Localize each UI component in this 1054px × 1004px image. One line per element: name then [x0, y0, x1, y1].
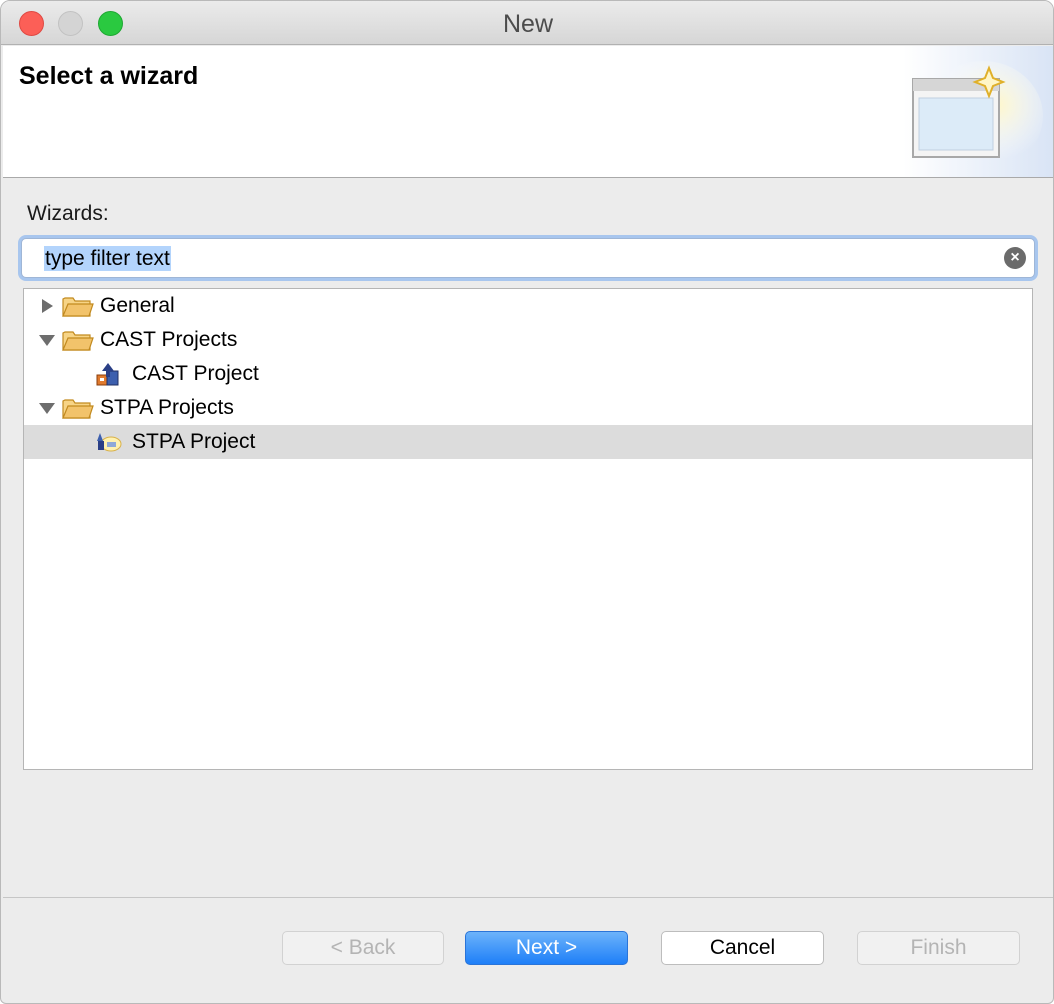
wizard-tree[interactable]: General CAST Projects CAST Project STPA …: [23, 288, 1033, 770]
collapse-arrow-icon[interactable]: [38, 399, 56, 417]
tree-item-stpa-projects[interactable]: STPA Projects: [24, 391, 1032, 425]
tree-item-cast-projects[interactable]: CAST Projects: [24, 323, 1032, 357]
page-title: Select a wizard: [19, 62, 199, 90]
tree-item-cast-project[interactable]: CAST Project: [24, 357, 1032, 391]
cancel-button[interactable]: Cancel: [661, 931, 824, 965]
finish-button[interactable]: Finish: [857, 931, 1020, 965]
back-button[interactable]: < Back: [282, 931, 444, 965]
button-bar-separator: [3, 897, 1053, 898]
tree-item-general[interactable]: General: [24, 289, 1032, 323]
wizards-label: Wizards:: [27, 202, 109, 225]
new-wizard-banner-icon: [903, 46, 1053, 177]
tree-item-label: General: [100, 294, 175, 317]
cast-project-icon: [96, 363, 119, 386]
collapse-arrow-icon[interactable]: [38, 331, 56, 349]
filter-input-text[interactable]: type filter text: [44, 246, 171, 271]
clear-filter-icon[interactable]: ×: [1004, 247, 1026, 269]
new-wizard-dialog: New Select a wizard Wizards: type filter…: [0, 0, 1054, 1004]
tree-item-label: STPA Projects: [100, 396, 234, 419]
folder-icon: [62, 297, 94, 317]
tree-item-label: STPA Project: [132, 430, 256, 453]
wizard-filter-input[interactable]: type filter text ×: [21, 238, 1035, 278]
window-title: New: [502, 10, 553, 38]
tree-item-label: CAST Projects: [100, 328, 238, 351]
folder-icon: [62, 331, 94, 351]
tree-item-stpa-project[interactable]: STPA Project: [24, 425, 1032, 459]
next-button[interactable]: Next >: [465, 931, 628, 965]
title-bar: New: [1, 1, 1053, 45]
tree-item-label: CAST Project: [132, 362, 259, 385]
stpa-project-icon: [97, 433, 122, 452]
wizard-header: Select a wizard: [3, 46, 1053, 178]
expand-arrow-icon[interactable]: [38, 297, 56, 315]
folder-icon: [62, 399, 94, 419]
